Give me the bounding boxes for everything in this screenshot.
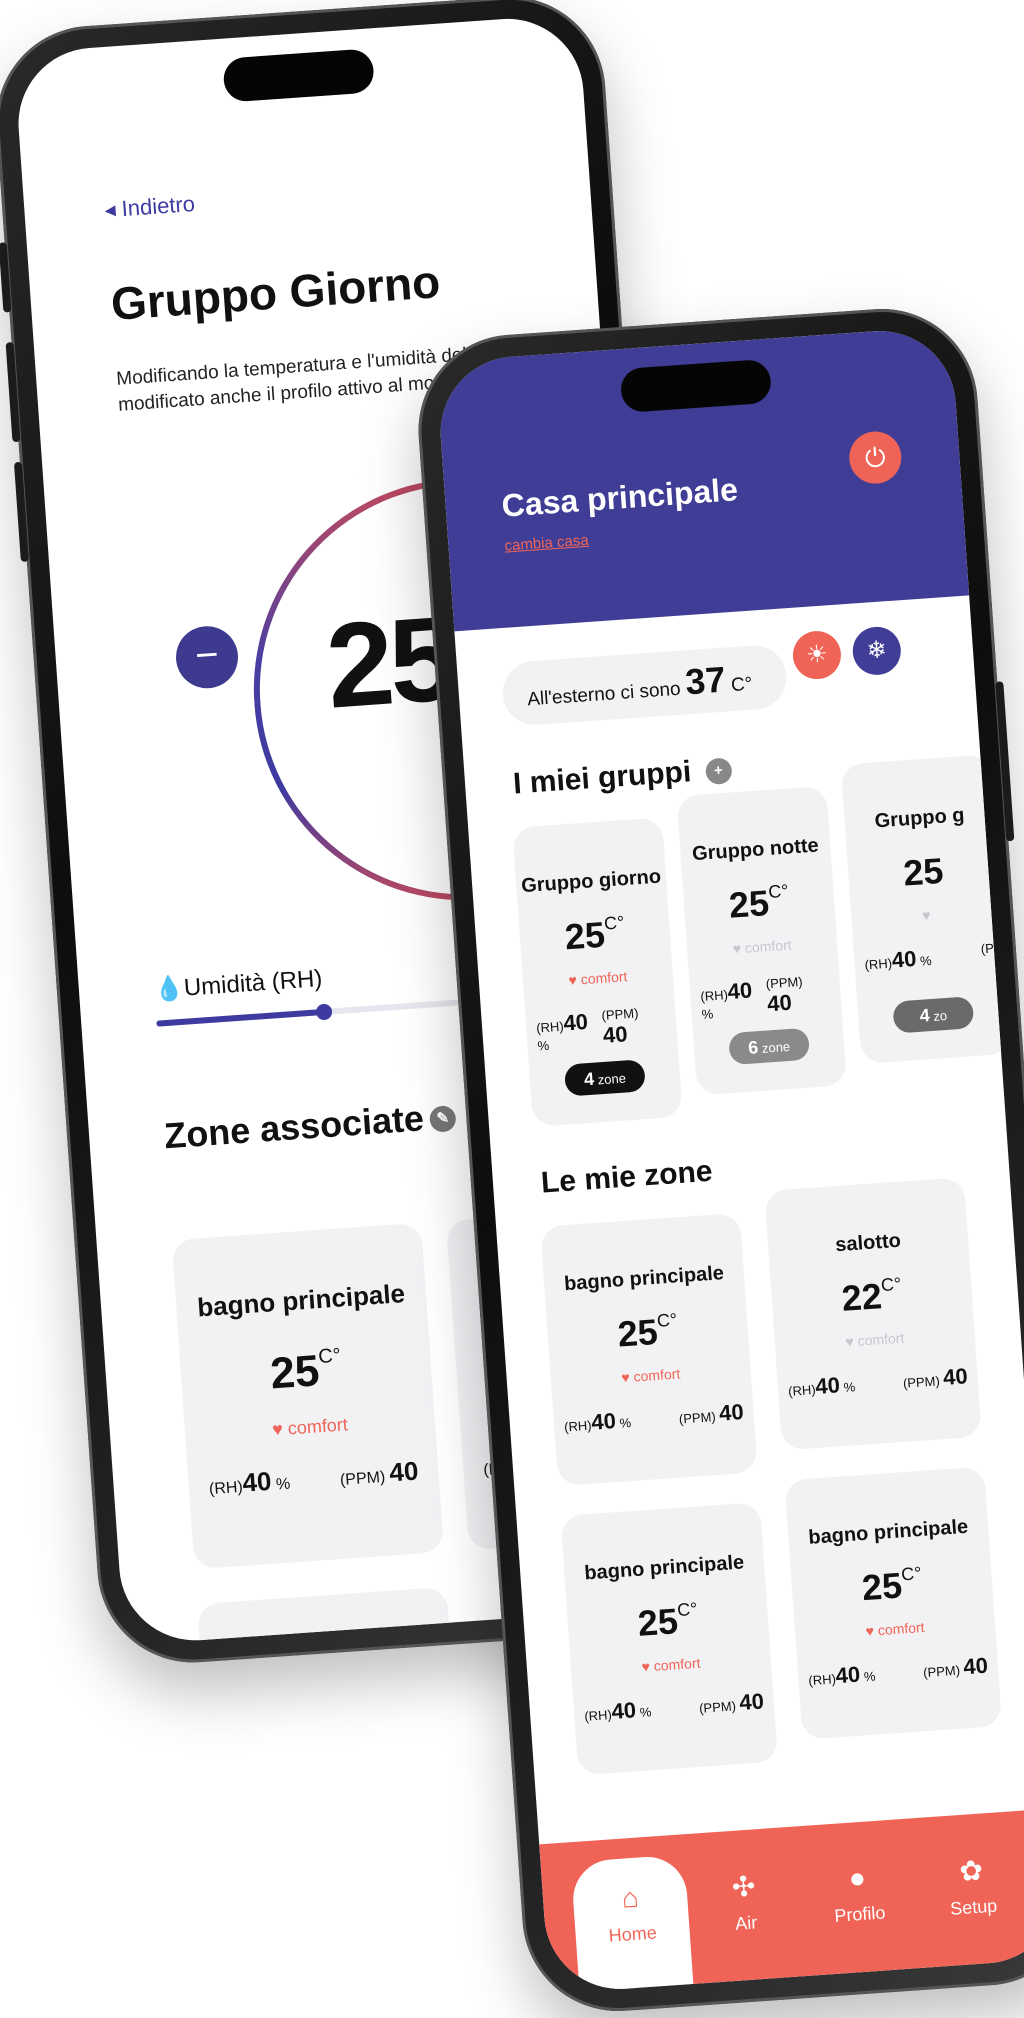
zones-title: Le mie zone xyxy=(539,1154,714,1200)
group-stats: (RH)40 % (PPM) 40 xyxy=(535,1005,639,1054)
zones-count-badge: 4 zone xyxy=(563,1059,646,1097)
group-temperature: 25C° xyxy=(563,912,625,958)
zone-status: ♥ comfort xyxy=(271,1414,349,1440)
home-icon: ⌂ xyxy=(620,1881,640,1914)
zone-name: bagno principale xyxy=(196,1278,406,1323)
zone-temperature: 25C° xyxy=(860,1563,923,1609)
tab-setup[interactable]: ✿ Setup xyxy=(910,1810,1024,1968)
zone-temperature: 22C° xyxy=(840,1273,902,1319)
change-house-link[interactable]: cambia casa xyxy=(504,532,589,555)
zone-status: ♥ comfort xyxy=(844,1329,905,1350)
zone-temperature: 25C° xyxy=(268,1344,342,1399)
group-name: Gruppo notte xyxy=(691,834,820,866)
zone-card[interactable]: cucina xyxy=(197,1586,461,1646)
group-stats: (RH)40 % (P xyxy=(864,940,995,973)
heart-icon: ♥ xyxy=(620,1368,631,1386)
home-header: Casa principale cambia casa ⏻ xyxy=(435,325,970,632)
home-screen: Casa principale cambia casa ⏻ All'estern… xyxy=(435,325,1024,1995)
zone-stats: (RH)40 % (PPM) 40 xyxy=(583,1688,765,1724)
zone-name: salotto xyxy=(834,1229,902,1257)
heart-icon: ♥ xyxy=(865,1622,875,1640)
humidity-slider-handle[interactable] xyxy=(315,1003,333,1021)
group-temperature: 25 xyxy=(901,849,945,894)
dynamic-island xyxy=(222,48,375,103)
volume-down-button xyxy=(13,461,29,563)
group-temperature: 25C° xyxy=(727,880,790,926)
humidity-slider-fill xyxy=(156,1008,325,1027)
zone-status: ♥ comfort xyxy=(641,1654,701,1675)
outside-temperature: All'esterno ci sono 37 C° xyxy=(500,643,789,728)
phone-front: Casa principale cambia casa ⏻ All'estern… xyxy=(412,302,1024,2018)
heart-icon: ♥ xyxy=(641,1658,651,1675)
back-label: Indietro xyxy=(120,191,196,222)
group-card[interactable]: Gruppo giorno 25C° ♥ comfort (RH)40 % (P… xyxy=(512,817,683,1128)
dynamic-island xyxy=(619,358,773,414)
humidity-stat: (RH)40 % xyxy=(208,1465,291,1499)
page-title: Gruppo Giorno xyxy=(109,255,442,331)
zone-name: bagno principale xyxy=(563,1262,725,1296)
zone-stats: (RH)40 % (PPM) 40 xyxy=(208,1456,420,1502)
associated-zones-title: Zone associate ✎ xyxy=(163,1095,457,1157)
gear-icon: ✿ xyxy=(958,1854,984,1888)
zone-card[interactable]: salotto 22C° ♥ comfort (RH)40 % (PPM) 40 xyxy=(764,1177,982,1451)
group-status: ♥ comfort xyxy=(732,936,793,957)
volume-up-button xyxy=(5,341,21,443)
tab-air[interactable]: ✣ Air xyxy=(683,1826,807,1984)
zone-stats: (RH)40 % (PPM) 40 xyxy=(563,1399,745,1435)
group-status: ♥ comfort xyxy=(568,968,628,989)
zone-name: cucina xyxy=(201,1641,453,1646)
group-stats: (RH)40 % (PPM) 40 xyxy=(699,973,804,1022)
heart-icon: ♥ xyxy=(844,1333,855,1350)
power-icon[interactable]: ⏻ xyxy=(847,429,904,486)
heart-icon: ♥ xyxy=(921,906,932,924)
fan-icon: ✣ xyxy=(730,1870,757,1903)
tab-home[interactable]: ⌂ Home xyxy=(570,1854,694,1992)
ppm-stat: (PPM) 40 xyxy=(339,1455,420,1489)
tab-profilo[interactable]: ● Profilo xyxy=(797,1818,921,1976)
zones-count-badge: 6 zone xyxy=(728,1027,811,1066)
back-link[interactable]: ◂ Indietro xyxy=(104,191,196,223)
heart-icon: ♥ xyxy=(271,1418,284,1440)
heart-icon: ♥ xyxy=(732,940,742,957)
user-icon: ● xyxy=(847,1861,867,1894)
group-name: Gruppo g xyxy=(873,804,966,833)
group-status: ♥ xyxy=(851,902,1002,928)
zone-card[interactable]: bagno principale 25C° ♥ comfort (RH)40 %… xyxy=(784,1466,1003,1740)
snowflake-icon[interactable]: ❄ xyxy=(851,625,903,677)
zone-card[interactable]: bagno principale 25C° ♥ comfort (RH)40 %… xyxy=(171,1222,444,1570)
zone-card[interactable]: bagno principale 25C° ♥ comfort (RH)40 %… xyxy=(540,1212,758,1487)
zone-temperature: 25C° xyxy=(616,1309,678,1355)
house-name: Casa principale xyxy=(500,471,739,524)
heart-icon: ♥ xyxy=(568,971,578,989)
zone-name: bagno principale xyxy=(807,1515,969,1549)
zones-count-badge: 4 zo xyxy=(892,996,975,1034)
add-group-plus-icon[interactable]: + xyxy=(704,757,733,786)
zone-stats: (RH)40 % (PPM) 40 xyxy=(807,1652,989,1689)
decrease-temperature-button[interactable]: − xyxy=(173,624,241,691)
bottom-tab-bar: ⌂ Home ✣ Air ● Profilo ✿ Setup xyxy=(539,1808,1024,1995)
water-drop-icon: 💧 xyxy=(153,974,185,1004)
zone-status: ♥ comfort xyxy=(620,1365,681,1386)
pencil-icon[interactable]: ✎ xyxy=(429,1105,457,1134)
group-card[interactable]: Gruppo notte 25C° ♥ comfort (RH)40 % (PP… xyxy=(676,785,848,1096)
zone-card[interactable]: bagno principale 25C° ♥ comfort (RH)40 %… xyxy=(560,1502,779,1776)
power-side-button xyxy=(995,681,1015,842)
humidity-label: Umidità (RH) xyxy=(182,965,324,1002)
humidity-label-row: 💧Umidità (RH) xyxy=(153,964,323,1005)
group-name: Gruppo giorno xyxy=(520,865,662,898)
associated-zones-label: Zone associate xyxy=(162,1097,426,1157)
zone-stats: (RH)40 % (PPM) 40 xyxy=(787,1363,969,1399)
mute-switch xyxy=(0,242,12,313)
group-card[interactable]: Gruppo g 25 ♥ (RH)40 % (P 4 zo xyxy=(840,754,1012,1064)
zone-status: ♥ comfort xyxy=(865,1618,925,1640)
zone-temperature: 25C° xyxy=(636,1598,698,1644)
zone-name: bagno principale xyxy=(583,1551,745,1585)
sun-icon[interactable]: ☀ xyxy=(791,629,843,681)
